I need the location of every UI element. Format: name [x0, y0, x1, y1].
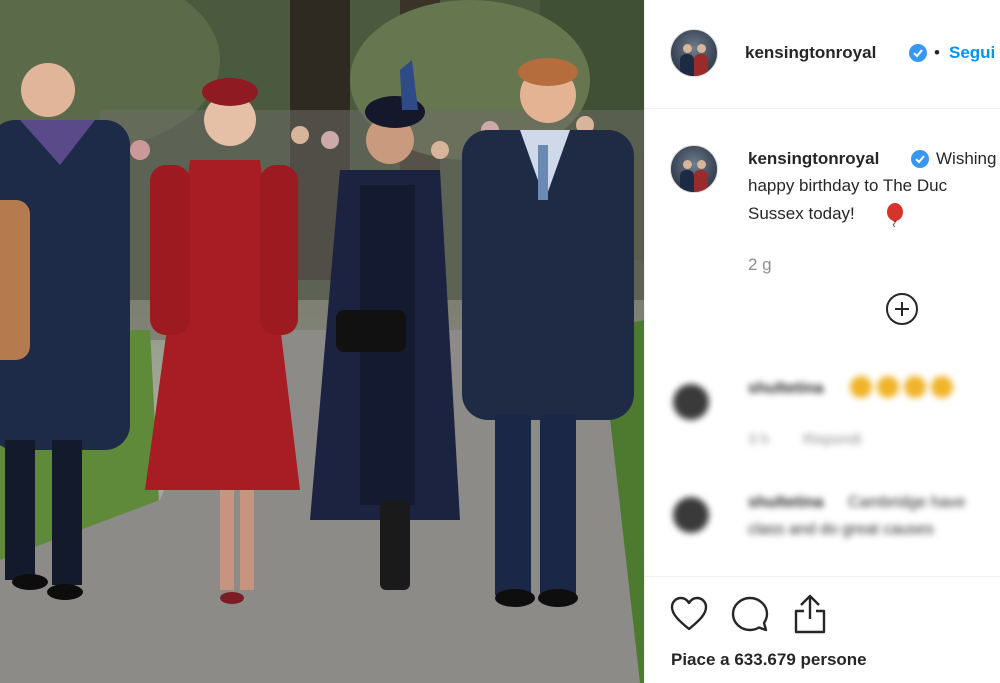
verified-badge-icon [909, 44, 927, 62]
author-avatar[interactable] [670, 29, 718, 77]
comment-text-line-1: Cambridge have [848, 494, 966, 511]
comment-avatar[interactable] [673, 497, 709, 533]
caption-text-line-2: happy birthday to The Duc [748, 176, 948, 195]
post-header: kensingtonroyal • Segui [645, 0, 1000, 109]
plus-circle-icon[interactable] [886, 293, 918, 325]
likes-count[interactable]: Piace a 633.679 persone [671, 650, 867, 670]
verified-badge-icon [911, 150, 929, 168]
balloon-emoji-icon [887, 203, 903, 228]
caption-text-line-1: Wishing [936, 149, 997, 168]
comment-bubble-icon[interactable] [731, 596, 769, 634]
reply-button[interactable]: Rispondi [803, 431, 861, 448]
heart-icon[interactable] [670, 596, 708, 632]
caption-username[interactable]: kensingtonroyal [748, 149, 879, 169]
share-icon[interactable] [793, 594, 827, 634]
follow-button[interactable]: Segui [949, 43, 995, 63]
post-side-panel: kensingtonroyal • Segui kensingtonroyal … [645, 0, 1000, 683]
header-separator: • [934, 43, 940, 62]
comment-emoji-group [850, 376, 958, 398]
post-timestamp[interactable]: 2 g [748, 255, 772, 275]
comment-text-line-2: class and do great causes [748, 521, 934, 538]
comment-username[interactable]: shultetina [748, 494, 824, 512]
actions-divider [645, 576, 1000, 577]
comment-time[interactable]: 3 h [748, 431, 769, 448]
caption-text-line-3: Sussex today! [748, 204, 855, 223]
comment-avatar[interactable] [673, 384, 709, 420]
comment-username[interactable]: shultetina [748, 380, 824, 398]
post-photo[interactable] [0, 0, 645, 683]
post-photo-illustration [0, 0, 645, 683]
caption-avatar[interactable] [670, 145, 718, 193]
author-username[interactable]: kensingtonroyal [745, 43, 876, 63]
